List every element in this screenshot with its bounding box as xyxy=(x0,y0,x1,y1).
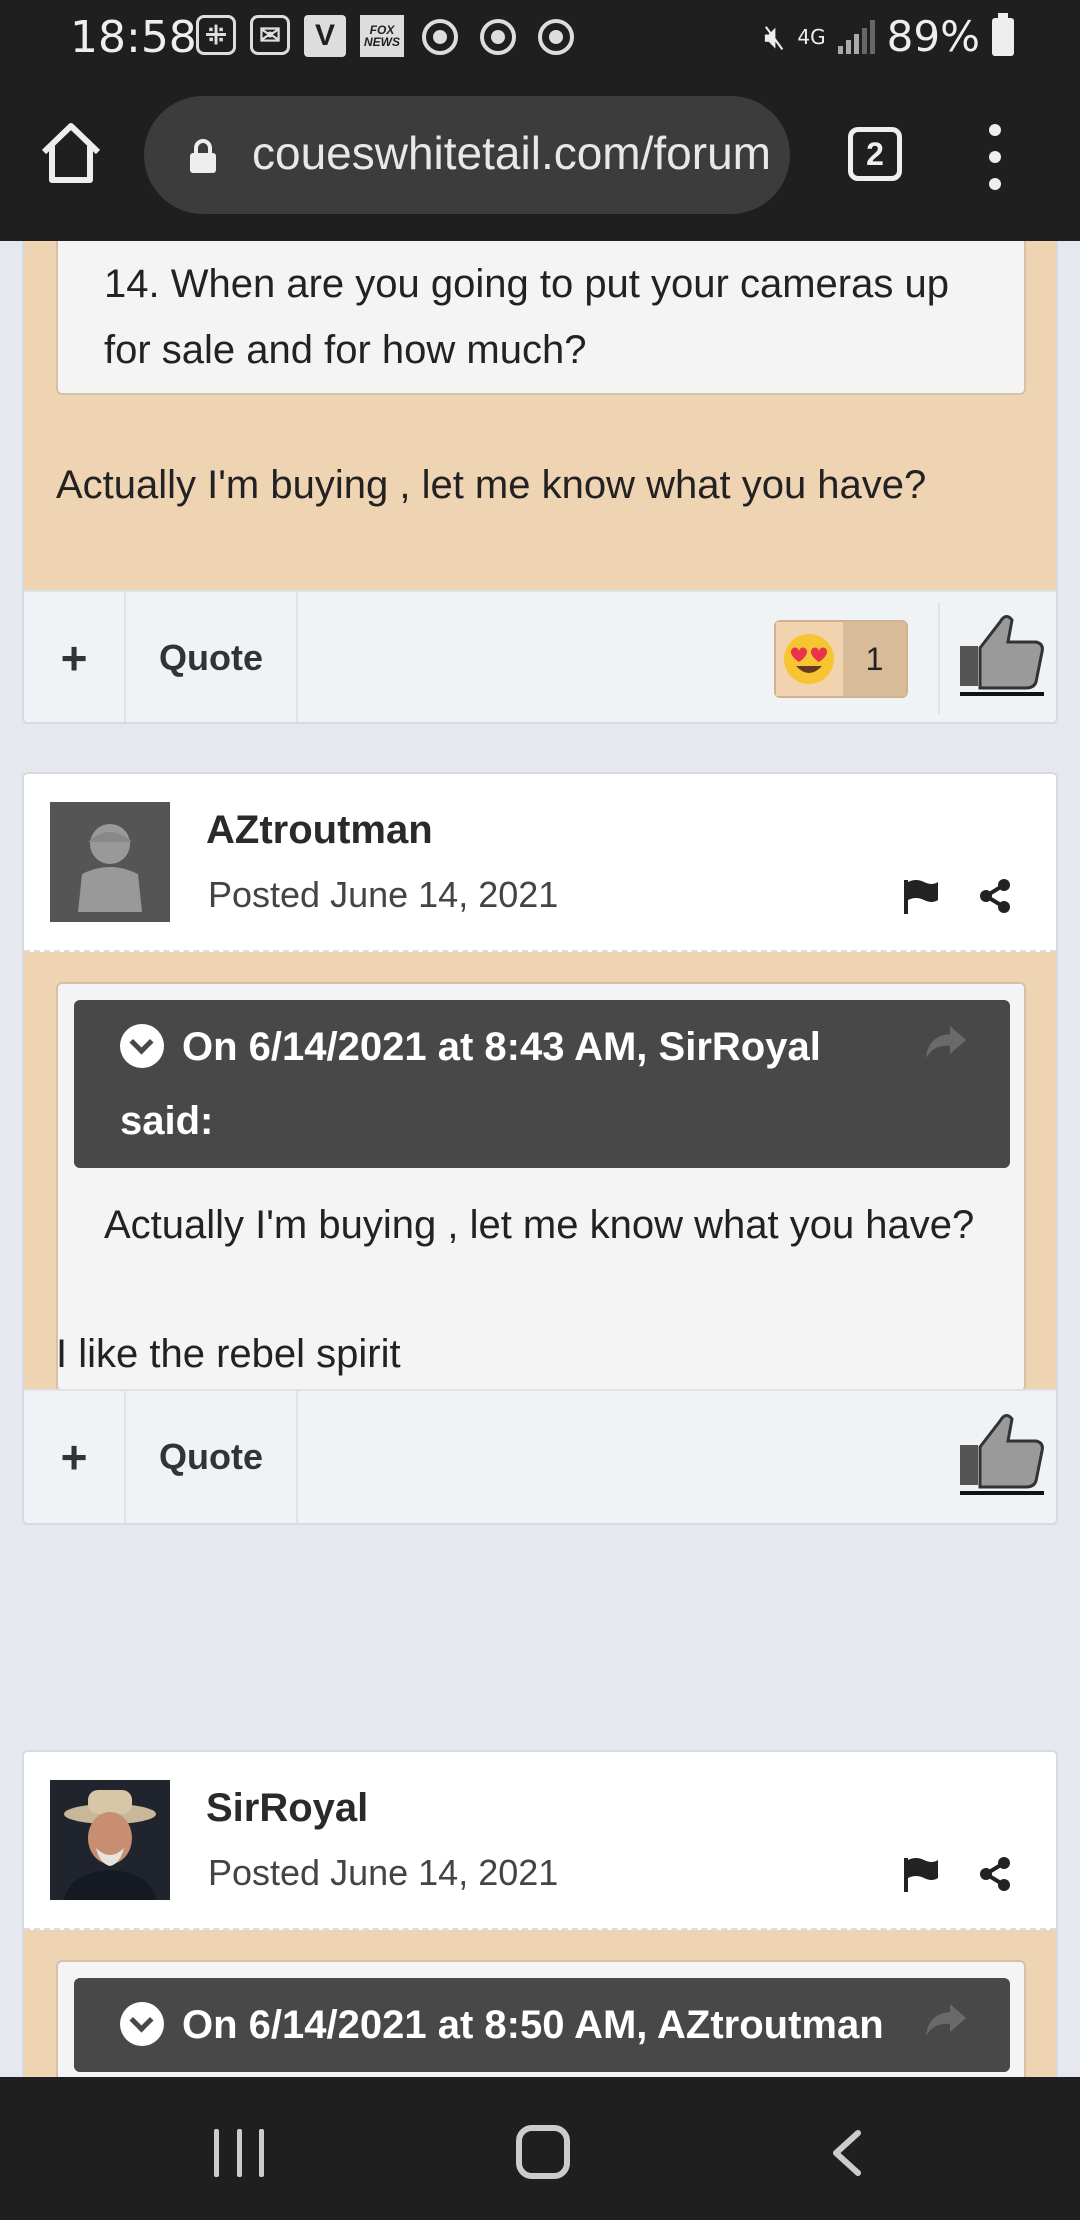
browser-toolbar: coueswhitetail.com/forums 2 xyxy=(0,76,1080,241)
chrome-icon xyxy=(422,19,458,55)
url-text[interactable]: coueswhitetail.com/forums xyxy=(252,126,772,180)
thumbs-up-icon[interactable] xyxy=(956,608,1048,700)
share-icon[interactable] xyxy=(978,878,1012,914)
go-to-quote-icon[interactable] xyxy=(922,2000,970,2040)
post-date: Posted June 14, 2021 xyxy=(208,874,559,915)
address-bar[interactable]: coueswhitetail.com/forums xyxy=(144,96,790,214)
quoted-message: 14. When are you going to put your camer… xyxy=(56,241,1026,395)
avatar[interactable] xyxy=(50,802,170,922)
home-icon[interactable] xyxy=(38,120,104,186)
tab-switcher-button[interactable]: 2 xyxy=(848,127,902,181)
multiquote-button[interactable]: + xyxy=(24,592,126,722)
post-text: I like the rebel spirit xyxy=(56,1332,401,1376)
quote-citation-text: On 6/14/2021 at 8:50 AM, AZtroutman xyxy=(182,2003,884,2047)
divider xyxy=(938,602,940,714)
author-name[interactable]: AZtroutman xyxy=(206,808,433,853)
report-flag-icon[interactable] xyxy=(902,878,940,914)
system-indicators: 🔇︎ 4G 89% xyxy=(764,12,1014,61)
chrome-icon xyxy=(480,19,516,55)
quote-citation-text: On 6/14/2021 at 8:43 AM, SirRoyal said: xyxy=(120,1025,821,1143)
back-icon[interactable] xyxy=(826,2129,866,2177)
thumbs-up-icon[interactable] xyxy=(956,1407,1048,1499)
v-app-icon: V xyxy=(304,15,346,57)
quote-button[interactable]: Quote xyxy=(126,1391,298,1523)
heart-eyes-emoji-icon xyxy=(776,622,843,696)
fox-news-icon: FOX NEWS xyxy=(360,15,404,57)
author-name[interactable]: SirRoyal xyxy=(206,1786,368,1831)
gmail-icon: ✉ xyxy=(250,15,290,55)
signal-icon xyxy=(837,19,875,54)
quoted-message: On 6/14/2021 at 8:43 AM, SirRoyal said: … xyxy=(56,982,1026,1392)
quote-text: 14. When are you going to put your camer… xyxy=(104,262,949,372)
collapse-chevron-icon[interactable] xyxy=(120,1024,164,1068)
multiquote-button[interactable]: + xyxy=(24,1391,126,1523)
collapse-chevron-icon[interactable] xyxy=(120,2002,164,2046)
post-actions: + Quote xyxy=(24,1389,1056,1523)
avatar[interactable] xyxy=(50,1780,170,1900)
messenger-icon: ⁜ xyxy=(196,15,236,55)
post-card: SirRoyal Posted June 14, 2021 On 6/14/20… xyxy=(22,1750,1058,2077)
browser-menu-icon[interactable] xyxy=(980,124,1010,190)
quote-citation[interactable]: On 6/14/2021 at 8:50 AM, AZtroutman xyxy=(74,1978,1010,2072)
post-body: On 6/14/2021 at 8:43 AM, SirRoyal said: … xyxy=(24,952,1056,1392)
system-nav-bar xyxy=(0,2077,1080,2220)
post-header: AZtroutman Posted June 14, 2021 xyxy=(24,774,1056,952)
forum-content: 14. When are you going to put your camer… xyxy=(0,241,1080,2077)
quote-button[interactable]: Quote xyxy=(126,592,298,722)
post-actions: + Quote 1 xyxy=(24,590,1056,722)
battery-percent: 89% xyxy=(886,12,980,61)
reaction-count: 1 xyxy=(842,622,906,696)
home-nav-icon[interactable] xyxy=(516,2125,570,2179)
network-type: 4G xyxy=(797,24,826,49)
mute-icon: 🔇︎ xyxy=(763,16,786,57)
quoted-message: On 6/14/2021 at 8:50 AM, AZtroutman xyxy=(56,1960,1026,2077)
post-body: On 6/14/2021 at 8:50 AM, AZtroutman xyxy=(24,1930,1056,2077)
notification-icons: ⁜ ✉ V FOX NEWS xyxy=(196,15,578,59)
clock: 18:58 xyxy=(70,12,197,63)
post-header: SirRoyal Posted June 14, 2021 xyxy=(24,1752,1056,1930)
quote-text: Actually I'm buying , let me know what y… xyxy=(104,1203,975,1247)
post-text: Actually I'm buying , let me know what y… xyxy=(56,463,927,507)
status-bar: 18:58 ⁜ ✉ V FOX NEWS 🔇︎ 4G 89% xyxy=(0,0,1080,76)
post-body: 14. When are you going to put your camer… xyxy=(24,241,1056,590)
post-card: 14. When are you going to put your camer… xyxy=(22,241,1058,724)
chrome-icon xyxy=(538,19,574,55)
go-to-quote-icon[interactable] xyxy=(922,1022,970,1062)
quote-citation[interactable]: On 6/14/2021 at 8:43 AM, SirRoyal said: xyxy=(74,1000,1010,1168)
lock-icon xyxy=(190,139,216,173)
share-icon[interactable] xyxy=(978,1856,1012,1892)
post-card: AZtroutman Posted June 14, 2021 On 6/14/… xyxy=(22,772,1058,1525)
recent-apps-icon[interactable] xyxy=(214,2129,264,2177)
post-date: Posted June 14, 2021 xyxy=(208,1852,559,1893)
reaction-badge[interactable]: 1 xyxy=(774,620,908,698)
battery-icon xyxy=(992,12,1014,56)
report-flag-icon[interactable] xyxy=(902,1856,940,1892)
